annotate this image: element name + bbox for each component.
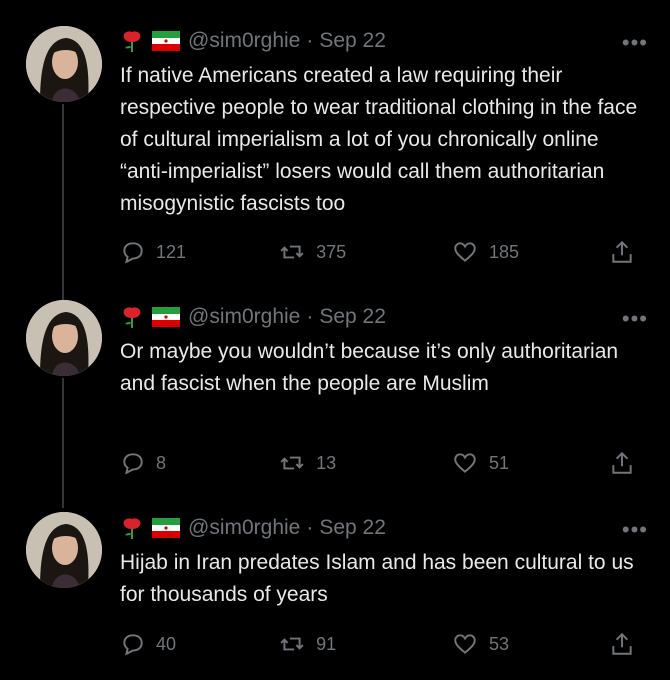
reply-icon — [123, 634, 143, 656]
user-handle[interactable]: @sim0rghie — [188, 516, 300, 540]
tweet-date[interactable]: Sep 22 — [319, 516, 386, 540]
retweet-icon — [280, 637, 304, 651]
like-button[interactable]: 53 — [451, 631, 609, 657]
tweet-header: @sim0rghie · Sep 22 — [120, 513, 386, 543]
heart-icon — [454, 634, 476, 654]
like-count: 53 — [488, 633, 509, 654]
tweet-actions: 40 91 53 — [120, 628, 645, 660]
tweet[interactable]: @sim0rghie · Sep 22 ••• Hijab in Iran pr… — [0, 0, 670, 680]
avatar[interactable] — [26, 512, 102, 588]
tweet-text: Hijab in Iran predates Islam and has bee… — [120, 551, 634, 606]
reply-button[interactable]: 40 — [120, 631, 278, 657]
separator: · — [306, 516, 314, 539]
retweet-count: 91 — [316, 633, 337, 654]
reply-count: 40 — [156, 633, 177, 654]
share-button[interactable] — [609, 630, 645, 658]
more-options-icon[interactable]: ••• — [622, 517, 648, 543]
retweet-button[interactable]: 91 — [278, 631, 451, 657]
avatar-image-icon — [26, 512, 102, 588]
rose-icon — [120, 517, 144, 539]
share-icon — [612, 632, 632, 655]
iran-flag-icon — [152, 518, 180, 538]
